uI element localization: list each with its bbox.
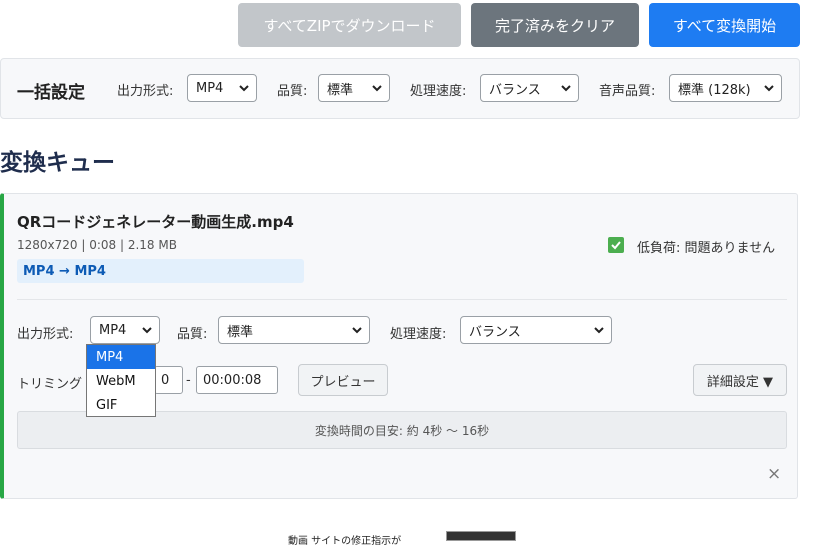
bulk-audio-value: 標準 (128k) (678, 82, 751, 98)
format-option-gif[interactable]: GIF (87, 393, 155, 417)
advanced-settings-button[interactable]: 詳細設定 ▼ (693, 364, 787, 396)
item-format-select[interactable]: MP4 (90, 316, 160, 344)
trim-start-input[interactable]: 0 (154, 366, 183, 394)
file-meta: 1280x720 | 0:08 | 2.18 MB (17, 238, 177, 252)
format-option-webm[interactable]: WebM (87, 369, 155, 393)
item-speed-label: 処理速度: (390, 327, 447, 342)
download-all-zip-button[interactable]: すべてZIPでダウンロード (238, 3, 461, 47)
bulk-audio-select[interactable]: 標準 (128k) (669, 74, 782, 102)
bulk-format-select[interactable]: MP4 (187, 74, 257, 102)
format-dropdown-list: MP4 WebM GIF (86, 344, 156, 417)
format-conversion-tag: MP4 → MP4 (17, 259, 304, 283)
clear-completed-button[interactable]: 完了済みをクリア (471, 3, 639, 47)
chevron-down-icon (142, 327, 152, 334)
item-format-value: MP4 (99, 322, 127, 338)
preview-button[interactable]: プレビュー (298, 364, 388, 396)
bulk-settings-title: 一括設定 (17, 83, 85, 103)
chevron-down-icon (764, 85, 774, 92)
bulk-quality-value: 標準 (327, 82, 354, 98)
item-quality-value: 標準 (227, 324, 254, 340)
queue-title: 変換キュー (0, 150, 115, 176)
bottom-thumbnail (446, 531, 516, 541)
load-status: 低負荷: 問題ありません (637, 241, 776, 256)
chevron-down-icon (239, 85, 249, 92)
item-speed-select[interactable]: バランス (460, 316, 612, 344)
item-quality-label: 品質: (177, 327, 208, 342)
chevron-down-icon (561, 85, 571, 92)
trim-dash: - (186, 373, 191, 388)
divider (17, 299, 787, 300)
item-speed-value: バランス (469, 324, 521, 340)
bottom-caption: 動画 サイトの修正指示が (288, 536, 402, 547)
check-icon (608, 237, 624, 253)
bulk-format-label: 出力形式: (117, 84, 174, 99)
bulk-speed-label: 処理速度: (410, 84, 467, 99)
bulk-settings-panel: 一括設定 出力形式: MP4 品質: 標準 処理速度: バランス 音声品質: 標… (0, 58, 800, 119)
item-format-label: 出力形式: (17, 327, 74, 342)
close-icon[interactable]: × (767, 464, 781, 484)
bulk-format-value: MP4 (196, 80, 224, 96)
start-all-button[interactable]: すべて変換開始 (649, 3, 800, 47)
trim-end-input[interactable]: 00:00:08 (196, 366, 278, 394)
bulk-speed-select[interactable]: バランス (480, 74, 579, 102)
chevron-down-icon (594, 327, 604, 334)
bulk-audio-label: 音声品質: (599, 84, 656, 99)
bulk-quality-select[interactable]: 標準 (318, 74, 390, 102)
format-option-mp4[interactable]: MP4 (87, 345, 155, 369)
trim-label: トリミング (17, 377, 83, 392)
item-quality-select[interactable]: 標準 (218, 316, 370, 344)
chevron-down-icon (352, 327, 362, 334)
chevron-down-icon (372, 85, 382, 92)
bulk-speed-value: バランス (489, 82, 541, 98)
file-name: QRコードジェネレーター動画生成.mp4 (17, 213, 294, 231)
bulk-quality-label: 品質: (277, 84, 308, 99)
